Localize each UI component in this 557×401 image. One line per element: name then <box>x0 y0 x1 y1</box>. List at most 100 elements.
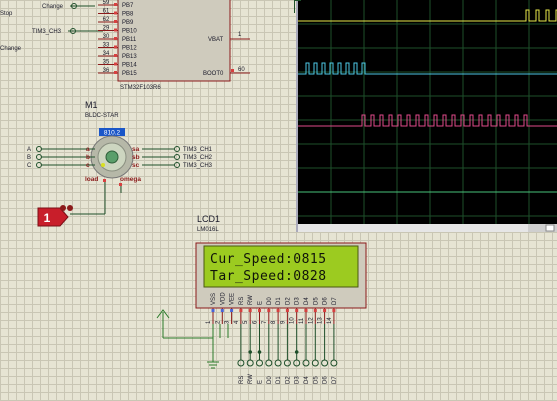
probe-label: D3 <box>295 376 301 384</box>
probe-label: RW <box>248 374 254 384</box>
motor-terminal[interactable] <box>36 154 42 160</box>
lcd-pin-num: 6 <box>253 320 259 324</box>
lcd-pin-name: D5 <box>313 297 319 305</box>
motor-coil-label: a <box>86 146 90 153</box>
mcu-pin-num: 61 <box>103 9 110 15</box>
lcd-pin-num: 1 <box>206 320 212 324</box>
lcd-pin-num: 5 <box>243 320 249 324</box>
probe-label: RS <box>239 376 245 384</box>
lcd-pin-num: 11 <box>299 317 305 324</box>
probe-label: D1 <box>276 376 282 384</box>
logic-probe[interactable] <box>265 359 273 367</box>
trace-yellow <box>298 9 557 22</box>
scroll-right-button[interactable] <box>545 224 555 232</box>
stop-label: Stop <box>0 11 13 17</box>
output-terminal[interactable] <box>174 162 180 168</box>
output-net-label: TIM3_CH1 <box>183 147 213 153</box>
lcd-pin-name: RS <box>239 297 245 305</box>
output-net-label: TIM3_CH3 <box>183 163 213 169</box>
motor-speed-readout: 810.2 <box>104 130 121 137</box>
motor-pin-label: C <box>27 163 32 169</box>
lcd-pin-num: 8 <box>271 320 277 324</box>
motor-sense-label: sb <box>132 154 140 161</box>
mcu-pin-name: PB8 <box>122 12 134 18</box>
lcd-pin-num: 7 <box>262 320 268 324</box>
change-label-left: Change <box>0 46 22 52</box>
vbat-pin-num: 1 <box>238 32 242 38</box>
lcd-pin-name: E <box>258 301 264 305</box>
lcd-line-2: Tar_Speed:0828 <box>210 269 327 284</box>
probe-label: D4 <box>304 376 310 384</box>
output-terminal[interactable] <box>174 154 180 160</box>
mcu-pin-name: PB13 <box>122 54 137 60</box>
mcu-pin-name: PB9 <box>122 20 134 26</box>
logic-probe[interactable] <box>302 359 310 367</box>
motor-ref: M1 <box>85 100 98 110</box>
logic-probe[interactable] <box>330 359 338 367</box>
mcu-pin-num: 59 <box>103 0 110 6</box>
probe-label: D2 <box>285 376 291 384</box>
motor-pin-label: B <box>27 155 31 161</box>
tim3-ch3-net-label: TIM3_CH3 <box>32 29 62 35</box>
probe-label: D5 <box>313 376 319 384</box>
lcd-pin-num: 10 <box>290 317 296 324</box>
logic-probe[interactable] <box>311 359 319 367</box>
lcd-pin-name: D3 <box>295 297 301 305</box>
motor-coil-label: b <box>86 154 90 161</box>
logic-probe[interactable] <box>321 359 329 367</box>
lcd-line-1: Cur_Speed:0815 <box>210 252 327 267</box>
motor-load-label: load <box>85 176 98 183</box>
motor-terminal[interactable] <box>36 162 42 168</box>
logic-probe[interactable] <box>293 359 301 367</box>
output-net-label: TIM3_CH2 <box>183 155 213 161</box>
mcu-pin-num: 34 <box>103 51 110 57</box>
lcd-pin-name: RW <box>248 295 254 305</box>
change-label-top: Change <box>42 4 64 10</box>
mcu-pin-name: PB15 <box>122 71 137 77</box>
logic-probe[interactable] <box>246 359 254 367</box>
motor-omega-label: omega <box>120 176 141 183</box>
logic-probe[interactable] <box>283 359 291 367</box>
bldc-motor[interactable]: M1 BLDC-STAR 810.2 Aa B b C c sa TIM3_CH1sb TI… <box>27 100 213 215</box>
lcd-pin-name: D0 <box>267 297 273 305</box>
mcu-stm32[interactable]: 59 PB7 61 PB8 62 PB9 29 PB10 30 PB11 33 PB12 34 PB13 3… <box>98 0 250 91</box>
logic-probe[interactable] <box>274 359 282 367</box>
lcd-ref: LCD1 <box>197 214 220 224</box>
lcd-pin-num: 3 <box>225 320 231 324</box>
lcd-pin-num: 2 <box>215 320 221 324</box>
lcd-model: LM016L <box>197 227 219 233</box>
lcd-pin-num: 13 <box>318 317 324 324</box>
mcu-pin-name: PB11 <box>122 37 137 43</box>
boot0-label: BOOT0 <box>203 71 224 77</box>
mcu-pin-num: 35 <box>103 60 110 66</box>
probe-label: D0 <box>267 376 273 384</box>
output-terminal[interactable] <box>174 146 180 152</box>
probe-label: D7 <box>332 376 338 384</box>
lcd-pin-name: D7 <box>332 297 338 305</box>
power-wiring <box>156 309 229 369</box>
lcd-pin-num: 9 <box>280 320 286 324</box>
lcd-pin-name: D2 <box>285 297 291 305</box>
mcu-pin-num: 33 <box>103 43 110 49</box>
motor-coil-label: c <box>86 162 90 169</box>
mcu-pin-name: PB12 <box>122 46 137 52</box>
oscilloscope-window[interactable] <box>296 0 557 232</box>
lcd-pin-name: VEE <box>230 293 236 305</box>
boot0-pin-num: 60 <box>238 67 245 73</box>
mcu-pin-num: 36 <box>103 68 110 74</box>
lcd-pin-num: 14 <box>327 317 333 324</box>
oscilloscope-scrollbar[interactable] <box>298 224 528 232</box>
motor-terminal[interactable] <box>36 146 42 152</box>
probe-label: D6 <box>323 376 329 384</box>
motor-sense-label: sa <box>132 146 140 153</box>
mcu-pin-num: 62 <box>103 17 110 23</box>
logic-probe[interactable] <box>237 359 245 367</box>
lcd-pin-name: D6 <box>323 297 329 305</box>
oscilloscope-display <box>298 0 557 232</box>
lcd-pin-num: 4 <box>234 320 240 324</box>
motor-sense-label: sc <box>132 162 140 169</box>
vbat-label: VBAT <box>208 37 224 43</box>
logic-probe[interactable] <box>256 359 263 367</box>
source-value: 1 <box>44 211 51 225</box>
constant-source[interactable]: 1 <box>37 205 73 227</box>
